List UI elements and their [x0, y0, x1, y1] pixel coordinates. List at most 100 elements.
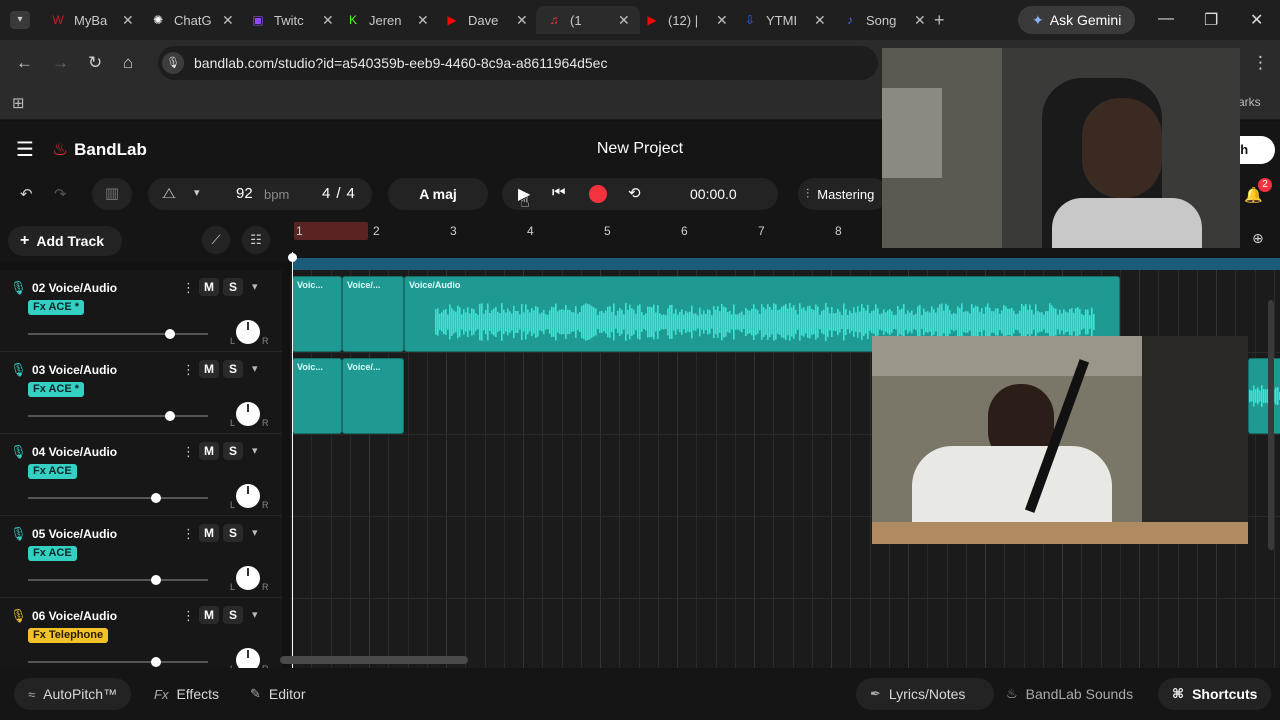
fx-badge[interactable]: Fx ACE * [28, 382, 85, 397]
track-options-icon[interactable]: ⋮ [182, 444, 195, 460]
track-name[interactable]: 06 Voice/Audio [32, 609, 117, 623]
chevron-down-icon[interactable]: ▾ [252, 608, 258, 621]
browser-tab[interactable]: ♫ (1 ✕ [536, 6, 640, 34]
reload-icon[interactable]: ↻ [88, 53, 102, 73]
track-name[interactable]: 03 Voice/Audio [32, 363, 117, 377]
pan-knob[interactable] [236, 566, 260, 590]
track-name[interactable]: 04 Voice/Audio [32, 445, 117, 459]
record-icon[interactable] [589, 185, 607, 203]
volume-slider[interactable] [28, 493, 208, 503]
browser-tab[interactable]: K Jeren ✕ [335, 6, 439, 34]
browser-tab[interactable]: ▶ Dave ✕ [434, 6, 538, 34]
track-row[interactable]: 🎙 04 Voice/Audio ⋮ M S ▾ Fx ACE L R [0, 434, 282, 516]
skip-back-icon[interactable]: ⏮ [552, 184, 566, 201]
playhead-handle[interactable] [288, 253, 297, 262]
tab-close-icon[interactable]: ✕ [516, 12, 528, 29]
volume-slider-thumb[interactable] [165, 411, 176, 421]
fx-badge[interactable]: Fx ACE * [28, 300, 85, 315]
tab-close-icon[interactable]: ✕ [618, 12, 630, 29]
ask-gemini-button[interactable]: ✦ Ask Gemini [1018, 6, 1136, 34]
project-title[interactable]: New Project [540, 140, 740, 158]
track-row[interactable]: 🎙06 Voice/Audio⋮MS▾Fx TelephoneLR [0, 598, 282, 668]
chevron-down-icon[interactable]: ▾ [252, 280, 258, 293]
editor-button[interactable]: ✎ Editor [236, 678, 319, 710]
metronome-icon[interactable]: ⧍ [162, 185, 176, 202]
home-icon[interactable]: ⌂ [123, 53, 133, 73]
timeline-marker-strip[interactable] [292, 258, 1280, 270]
vertical-scrollbar[interactable] [1268, 300, 1274, 550]
audio-clip[interactable] [1248, 358, 1280, 434]
fx-badge[interactable]: Fx Telephone [28, 628, 109, 643]
bandlab-logo[interactable]: ♨ BandLab [52, 139, 147, 160]
pan-knob[interactable] [236, 648, 260, 668]
lyrics-notes-button[interactable]: ✒ Lyrics/Notes [856, 678, 994, 710]
mute-button[interactable]: M [199, 360, 219, 378]
track-options-icon[interactable]: ⋮ [182, 280, 195, 296]
solo-button[interactable]: S [223, 442, 243, 460]
zoom-icon[interactable]: ⊕ [1252, 230, 1264, 247]
browser-tab[interactable]: ▣ Twitc ✕ [240, 6, 344, 34]
volume-slider-thumb[interactable] [165, 329, 176, 339]
bandlab-sounds-button[interactable]: ♨ BandLab Sounds [992, 678, 1147, 710]
pan-knob[interactable] [236, 402, 260, 426]
browser-tab[interactable]: ▶ (12) | ✕ [634, 6, 738, 34]
bpm-value[interactable]: 92 [236, 185, 253, 202]
volume-slider-thumb[interactable] [150, 493, 161, 503]
track-name[interactable]: 02 Voice/Audio [32, 281, 117, 295]
track-row[interactable]: 🎙 02 Voice/Audio ⋮ M S ▾ Fx ACE * L R [0, 270, 282, 352]
back-icon[interactable]: ← [16, 53, 33, 73]
restore-icon[interactable]: ❐ [1204, 10, 1218, 30]
shortcuts-button[interactable]: ⌘ Shortcuts [1158, 678, 1272, 710]
loop-region[interactable] [294, 222, 368, 240]
audio-clip[interactable]: Voic... [292, 358, 342, 434]
mute-button[interactable]: M [199, 442, 219, 460]
browser-menu-icon[interactable]: ⋮ [1252, 53, 1269, 73]
browser-tab[interactable]: ♪ Song ✕ [832, 6, 936, 34]
redo-icon[interactable]: ↷ [54, 185, 67, 203]
track-options-icon[interactable]: ⋮ [182, 526, 195, 542]
tab-close-icon[interactable]: ✕ [417, 12, 429, 29]
tab-close-icon[interactable]: ✕ [222, 12, 234, 29]
track-row[interactable]: 🎙 05 Voice/Audio ⋮ M S ▾ Fx ACE L R [0, 516, 282, 598]
fx-badge[interactable]: Fx ACE [28, 546, 77, 561]
time-signature[interactable]: 4 / 4 [322, 185, 355, 202]
key-selector[interactable]: A maj [388, 178, 488, 210]
tab-close-icon[interactable]: ✕ [716, 12, 728, 29]
track-settings-icon[interactable]: ☷ [242, 226, 270, 254]
playhead[interactable] [292, 252, 293, 668]
volume-slider[interactable] [28, 329, 208, 339]
forward-icon[interactable]: → [52, 53, 69, 73]
new-tab-icon[interactable]: + [934, 10, 945, 31]
hamburger-menu-icon[interactable]: ☰ [16, 137, 34, 162]
tab-search-icon[interactable]: ▾ [10, 11, 30, 29]
minimize-icon[interactable]: — [1158, 10, 1174, 28]
audio-clip[interactable]: Voice/... [342, 358, 404, 434]
instrument-keys-icon[interactable]: ▥ [92, 178, 132, 210]
solo-button[interactable]: S [223, 360, 243, 378]
fx-badge[interactable]: Fx ACE [28, 464, 77, 479]
effects-button[interactable]: Fx Effects [140, 678, 233, 710]
browser-tab[interactable]: W MyBa ✕ [40, 6, 144, 34]
bookmarks-label[interactable]: arks [1238, 95, 1261, 109]
tab-close-icon[interactable]: ✕ [322, 12, 334, 29]
track-options-icon[interactable]: ⋮ [182, 608, 195, 624]
loop-icon[interactable]: ⟲ [628, 184, 641, 202]
solo-button[interactable]: S [223, 278, 243, 296]
automation-icon[interactable]: ⟋ [202, 226, 230, 254]
pan-knob[interactable] [236, 484, 260, 508]
chevron-down-icon[interactable]: ▾ [252, 362, 258, 375]
volume-slider-thumb[interactable] [150, 657, 161, 667]
chevron-down-icon[interactable]: ▾ [252, 526, 258, 539]
apps-grid-icon[interactable]: ⊞ [12, 94, 25, 112]
chevron-down-icon[interactable]: ▾ [252, 444, 258, 457]
track-name[interactable]: 05 Voice/Audio [32, 527, 117, 541]
add-track-button[interactable]: + Add Track [8, 226, 122, 256]
metronome-chevron-icon[interactable]: ▾ [194, 186, 200, 199]
close-window-icon[interactable]: ✕ [1250, 10, 1263, 30]
tab-close-icon[interactable]: ✕ [814, 12, 826, 29]
mute-button[interactable]: M [199, 606, 219, 624]
volume-slider[interactable] [28, 411, 208, 421]
mute-button[interactable]: M [199, 278, 219, 296]
mastering-button[interactable]: ⫶ Mastering [798, 178, 888, 210]
tab-close-icon[interactable]: ✕ [914, 12, 926, 29]
